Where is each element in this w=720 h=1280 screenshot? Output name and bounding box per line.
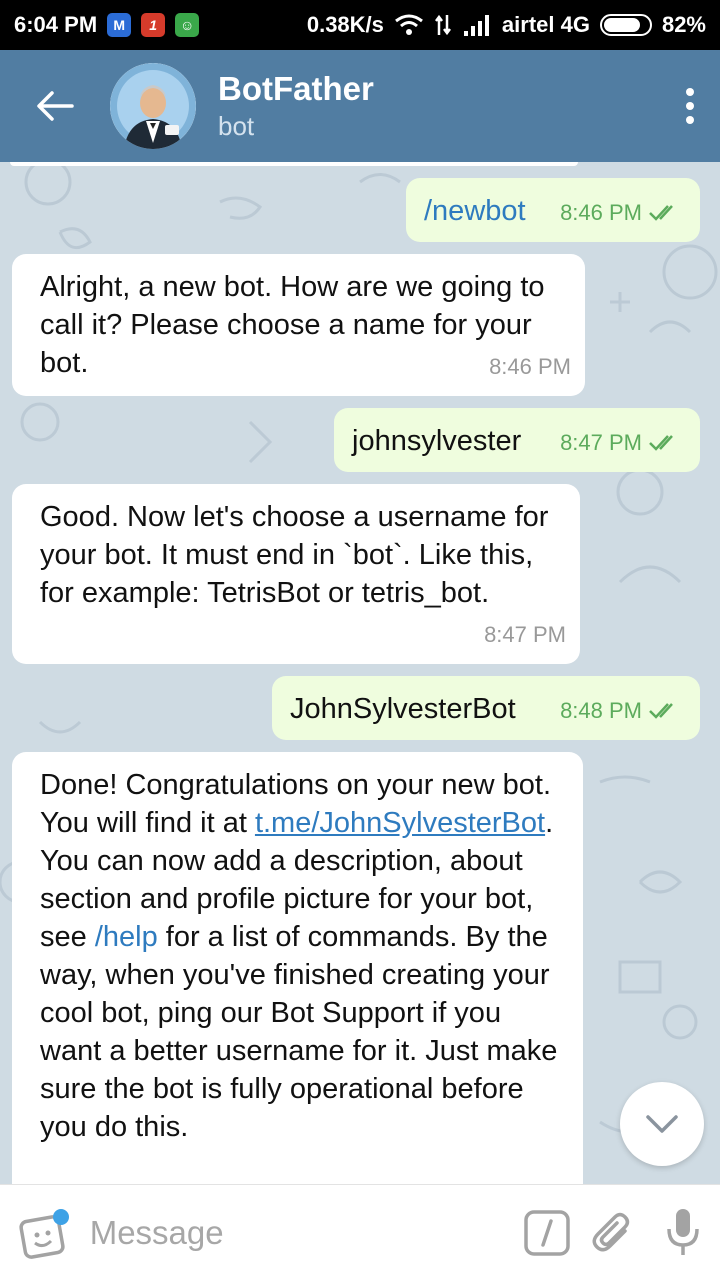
double-check-icon <box>649 703 673 719</box>
microphone-icon <box>667 1208 699 1255</box>
paperclip-icon <box>592 1212 630 1251</box>
voice-message-button[interactable] <box>646 1185 720 1280</box>
battery-fill <box>603 18 641 32</box>
incoming-message[interactable]: Alright, a new bot. How are we going to … <box>12 254 585 396</box>
signal-icon <box>463 15 489 36</box>
outgoing-message[interactable]: /newbot 8:46 PM <box>406 178 700 242</box>
more-vertical-icon-dot <box>686 102 694 110</box>
chat-header: BotFather bot <box>0 50 720 162</box>
outgoing-message[interactable]: JohnSylvesterBot 8:48 PM <box>272 676 700 740</box>
message-text: Good. Now let's choose a username for yo… <box>40 501 549 609</box>
outgoing-message[interactable]: johnsylvester 8:47 PM <box>334 408 700 472</box>
message-time: 8:47 PM <box>484 622 566 647</box>
bot-link[interactable]: t.me/JohnSylvesterBot <box>255 807 545 839</box>
bot-commands-button[interactable] <box>515 1185 581 1280</box>
status-right: 0.38K/s airtel 4G 82% <box>307 12 706 38</box>
message-text: Done! Congratulations on your new bot. Y… <box>40 766 569 1146</box>
message-input[interactable] <box>89 1184 515 1280</box>
attach-button[interactable] <box>580 1185 646 1280</box>
battery-percent: 82% <box>661 12 706 37</box>
emoji-button[interactable] <box>0 1185 90 1280</box>
incoming-message[interactable]: Done! Congratulations on your new bot. Y… <box>12 752 583 1184</box>
status-bar: 6:04 PM M 1 ☺ 0.38K/s airtel 4G 82% <box>0 0 720 50</box>
message-time-label: 8:47 PM <box>560 430 642 455</box>
carrier-label: airtel 4G <box>501 12 590 37</box>
previous-message-edge <box>10 162 578 166</box>
scroll-down-button[interactable] <box>620 1082 704 1166</box>
message-input-bar <box>0 1184 720 1280</box>
double-check-icon <box>649 435 673 451</box>
mi-notification-icon: M <box>107 13 132 37</box>
message-time: 8:47 PM <box>560 424 682 462</box>
sticker-icon <box>19 1208 69 1259</box>
message-text-part: for a list of commands. By the way, when… <box>40 921 558 1143</box>
message-text: johnsylvester <box>352 425 522 457</box>
network-speed: 0.38K/s <box>306 12 384 37</box>
arrow-left-icon <box>37 91 74 121</box>
help-command-link[interactable]: /help <box>95 921 158 953</box>
slash-command-icon <box>524 1209 571 1256</box>
message-time-label: 8:48 PM <box>560 698 642 723</box>
status-time: 6:04 PM <box>14 12 98 37</box>
chat-title: BotFather <box>218 70 374 107</box>
cat-notification-icon: ☺ <box>175 13 200 37</box>
message-text[interactable]: /newbot <box>424 195 526 227</box>
app-notification-icon: 1 <box>141 13 166 37</box>
battery-icon <box>599 14 652 36</box>
message-time: 8:46 PM <box>560 194 682 232</box>
message-time: 8:46 PM <box>489 354 571 379</box>
chat-area[interactable]: /newbot 8:46 PM Alright, a new bot. How … <box>0 162 720 1184</box>
more-vertical-icon <box>686 88 694 96</box>
status-left: 6:04 PM M 1 ☺ <box>14 12 200 38</box>
more-options-button[interactable] <box>660 50 720 162</box>
double-check-icon <box>649 205 673 221</box>
message-text: JohnSylvesterBot <box>290 693 516 725</box>
back-button[interactable] <box>0 50 110 162</box>
header-title-group[interactable]: BotFather bot <box>218 69 660 143</box>
more-vertical-icon-dot <box>686 116 694 124</box>
incoming-message[interactable]: Good. Now let's choose a username for yo… <box>12 484 580 664</box>
avatar[interactable] <box>110 63 196 149</box>
data-arrows-icon <box>434 14 451 36</box>
message-time: 8:48 PM <box>560 692 682 730</box>
chat-subtitle: bot <box>218 111 255 141</box>
chevron-down-icon <box>646 1115 678 1133</box>
message-time-label: 8:46 PM <box>560 200 642 225</box>
botfather-avatar-image <box>110 63 196 149</box>
wifi-icon <box>394 14 423 35</box>
